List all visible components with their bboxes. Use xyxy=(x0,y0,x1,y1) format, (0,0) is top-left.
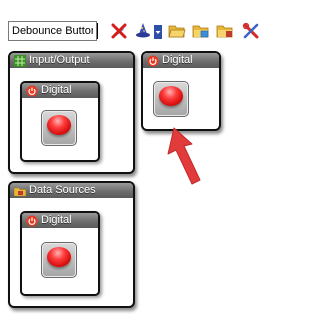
panel-header: Input/Output xyxy=(10,53,133,68)
io-grid-icon xyxy=(14,54,26,67)
text-cursor xyxy=(97,23,98,39)
digital-widget[interactable]: Digital xyxy=(20,81,100,162)
digital-button[interactable] xyxy=(41,110,77,146)
folder-settings-icon[interactable] xyxy=(216,22,234,40)
input-output-panel[interactable]: Input/Output Digital xyxy=(8,51,135,174)
delete-icon[interactable] xyxy=(110,22,128,40)
data-sources-icon xyxy=(14,187,26,196)
panel-header: Digital xyxy=(143,53,219,68)
panel-title: Data Sources xyxy=(29,184,96,196)
widget-header: Digital xyxy=(22,83,98,98)
toolbar xyxy=(0,0,267,44)
power-icon xyxy=(26,85,38,96)
power-icon xyxy=(147,55,159,66)
digital-button[interactable] xyxy=(153,81,189,117)
digital-button[interactable] xyxy=(41,242,77,278)
dropdown-arrow-icon[interactable] xyxy=(154,25,162,39)
panel-title: Input/Output xyxy=(29,54,90,66)
widget-title: Digital xyxy=(41,84,72,96)
tools-icon[interactable] xyxy=(242,22,260,40)
wizard-icon[interactable] xyxy=(134,22,152,40)
panel-title: Digital xyxy=(162,54,193,66)
widget-title: Digital xyxy=(41,214,72,226)
folder-add-icon[interactable] xyxy=(192,22,210,40)
digital-panel[interactable]: Digital xyxy=(141,51,221,131)
power-icon xyxy=(26,215,38,226)
button-light xyxy=(47,115,71,135)
name-field[interactable] xyxy=(8,21,97,41)
button-light xyxy=(47,247,71,267)
annotation-arrow xyxy=(167,127,201,185)
widget-header: Digital xyxy=(22,213,98,228)
data-sources-panel[interactable]: Data Sources Digital xyxy=(8,181,135,308)
button-light xyxy=(159,86,183,106)
digital-widget[interactable]: Digital xyxy=(20,211,100,296)
panel-header: Data Sources xyxy=(10,183,133,198)
folder-open-icon[interactable] xyxy=(168,22,186,40)
